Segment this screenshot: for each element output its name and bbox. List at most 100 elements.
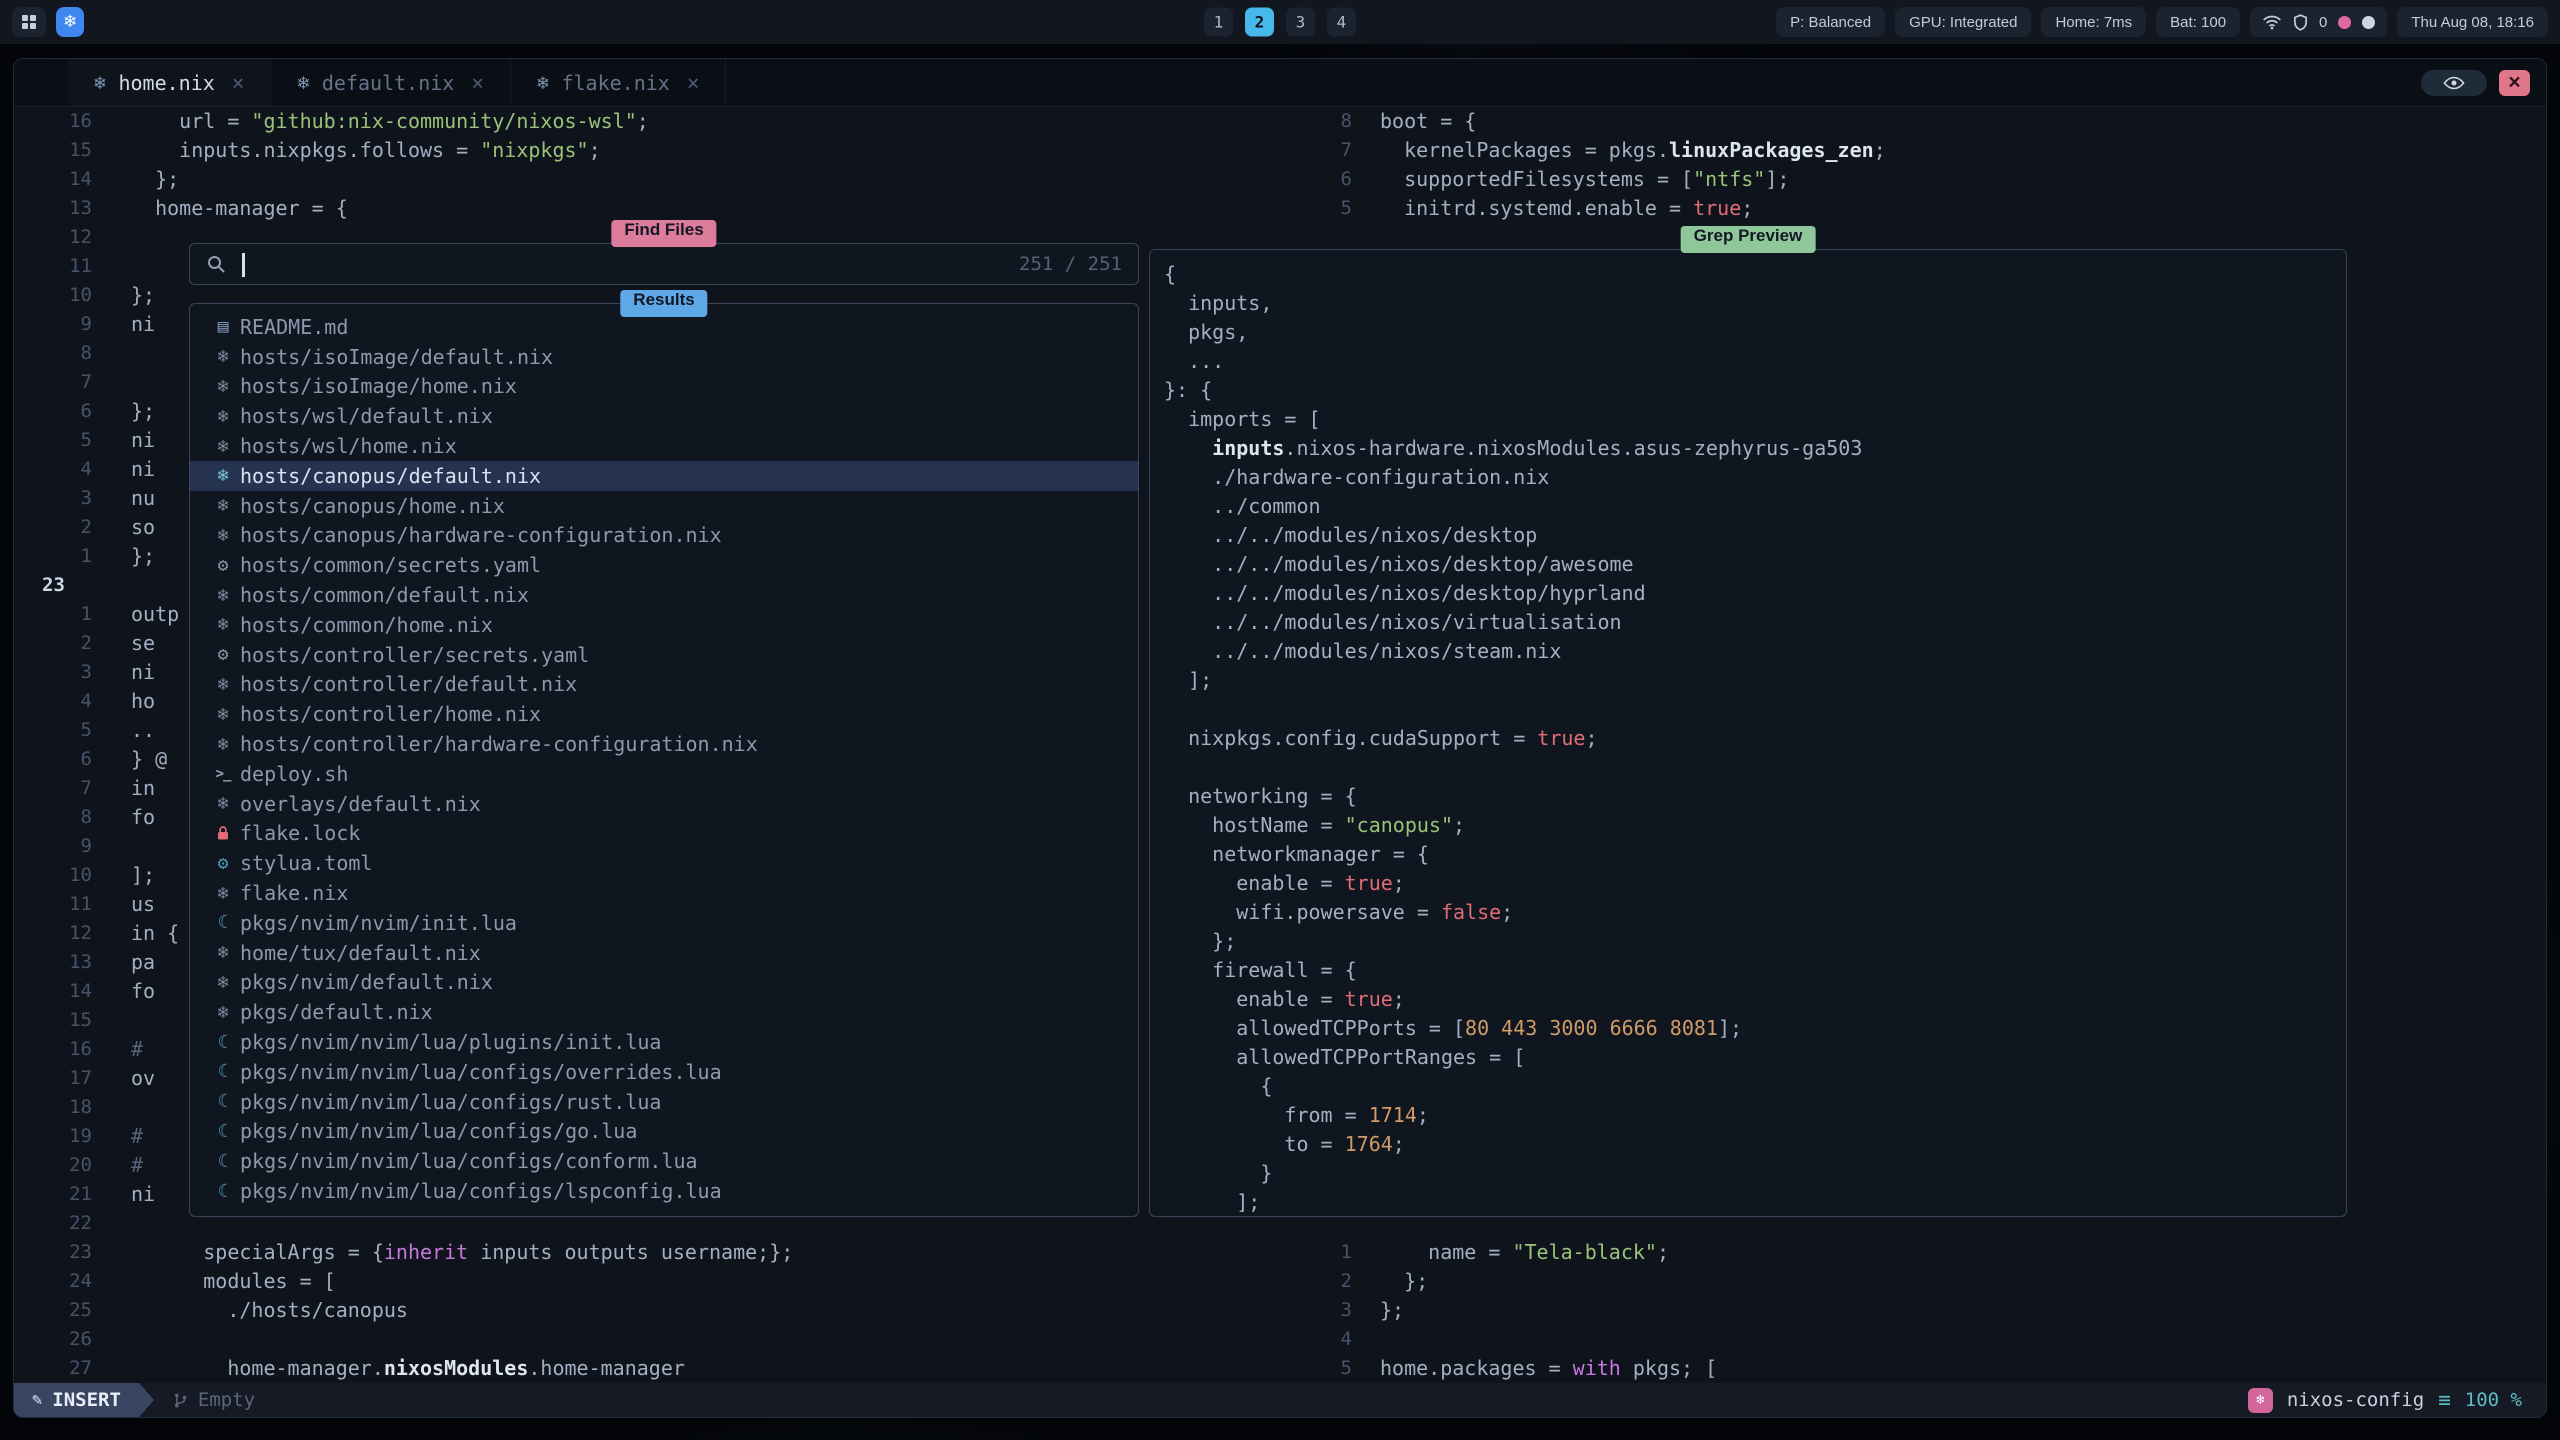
- result-item[interactable]: ❄hosts/isoImage/home.nix: [190, 372, 1138, 402]
- code-segment: pa: [131, 950, 155, 974]
- result-item[interactable]: ❄hosts/canopus/home.nix: [190, 491, 1138, 521]
- lua-file-icon: ☾: [206, 1091, 240, 1112]
- result-item[interactable]: ❄pkgs/default.nix: [190, 997, 1138, 1027]
- code-row: 16 url = "github:nix-community/nixos-wsl…: [14, 107, 1284, 136]
- result-item[interactable]: ⚙stylua.toml: [190, 848, 1138, 878]
- preview-line: imports = [: [1150, 405, 2346, 434]
- result-item[interactable]: ❄hosts/canopus/default.nix: [190, 461, 1138, 491]
- result-item[interactable]: ❄hosts/controller/default.nix: [190, 670, 1138, 700]
- result-item[interactable]: ❄hosts/isoImage/default.nix: [190, 342, 1138, 372]
- nix-file-icon: ❄: [206, 942, 240, 963]
- code-line: supportedFilesystems = ["ntfs"];: [1352, 165, 1789, 194]
- code-segment: "nixpkgs": [480, 138, 588, 162]
- line-number: 19: [14, 1122, 92, 1151]
- telescope-preview: Grep Preview { inputs, pkgs, ...}: { imp…: [1149, 249, 2347, 1217]
- result-path: overlays/default.nix: [240, 792, 481, 816]
- code-segment: outp: [131, 602, 179, 626]
- result-item[interactable]: ☾pkgs/nvim/nvim/init.lua: [190, 908, 1138, 938]
- nix-logo-badge-icon: ❄: [2248, 1388, 2273, 1413]
- code-segment: enable =: [1164, 871, 1345, 895]
- code-segment: 8081: [1670, 1016, 1718, 1040]
- line-number: 4: [1284, 1325, 1352, 1354]
- result-item[interactable]: ❄hosts/controller/home.nix: [190, 699, 1138, 729]
- preview-line: networkmanager = {: [1150, 840, 2346, 869]
- tab-close-icon[interactable]: ×: [687, 71, 700, 95]
- preview-line: [1150, 753, 2346, 782]
- result-item[interactable]: ❄overlays/default.nix: [190, 789, 1138, 819]
- code-segment: inputs,: [1164, 291, 1272, 315]
- line-number: 6: [14, 745, 92, 774]
- code-row: 5home.packages = with pkgs; [: [1284, 1354, 2546, 1383]
- result-path: flake.nix: [240, 881, 348, 905]
- code-segment: modules = [: [131, 1269, 336, 1293]
- result-item[interactable]: ❄hosts/wsl/home.nix: [190, 431, 1138, 461]
- result-item[interactable]: ❄hosts/wsl/default.nix: [190, 401, 1138, 431]
- code-segment: from =: [1164, 1103, 1369, 1127]
- eye-toggle-button[interactable]: [2421, 70, 2487, 96]
- result-item[interactable]: ☾pkgs/nvim/nvim/lua/configs/go.lua: [190, 1117, 1138, 1147]
- app-logo[interactable]: ❄: [56, 7, 84, 37]
- result-path: hosts/controller/default.nix: [240, 672, 577, 696]
- result-path: pkgs/nvim/nvim/lua/plugins/init.lua: [240, 1030, 661, 1054]
- window-controls: ×: [2421, 70, 2530, 96]
- result-item[interactable]: ❄hosts/common/home.nix: [190, 610, 1138, 640]
- result-item[interactable]: ☾pkgs/nvim/nvim/lua/configs/conform.lua: [190, 1146, 1138, 1176]
- code-segment: };: [131, 399, 155, 423]
- result-item[interactable]: ❄home/tux/default.nix: [190, 938, 1138, 968]
- telescope-prompt[interactable]: Find Files 251 / 251: [189, 243, 1139, 285]
- result-item[interactable]: flake.lock: [190, 819, 1138, 849]
- result-item[interactable]: ⚙hosts/controller/secrets.yaml: [190, 640, 1138, 670]
- code-line: outp: [92, 600, 179, 629]
- result-item[interactable]: ❄flake.nix: [190, 878, 1138, 908]
- code-segment: ni: [131, 1182, 155, 1206]
- status-chip: GPU: Integrated: [1895, 7, 2031, 37]
- close-button[interactable]: ×: [2499, 70, 2530, 96]
- workspace-4[interactable]: 4: [1327, 8, 1356, 37]
- tab-label: home.nix: [118, 71, 214, 95]
- preview-line: [1150, 695, 2346, 724]
- code-segment: ;: [1501, 900, 1513, 924]
- code-row: 15 inputs.nixpkgs.follows = "nixpkgs";: [14, 136, 1284, 165]
- result-item[interactable]: ☾pkgs/nvim/nvim/lua/configs/lspconfig.lu…: [190, 1176, 1138, 1206]
- app-launcher-button[interactable]: [12, 7, 46, 37]
- result-item[interactable]: ⚙hosts/common/secrets.yaml: [190, 550, 1138, 580]
- result-item[interactable]: ❄hosts/controller/hardware-configuration…: [190, 729, 1138, 759]
- telescope-results: Results ▤README.md❄hosts/isoImage/defaul…: [189, 303, 1139, 1217]
- preview-line: ../../modules/nixos/desktop/hyprland: [1150, 579, 2346, 608]
- system-tray[interactable]: 0: [2250, 7, 2387, 37]
- result-path: pkgs/nvim/nvim/init.lua: [240, 911, 517, 935]
- result-path: flake.lock: [240, 821, 360, 845]
- lua-file-icon: ☾: [206, 912, 240, 933]
- tab-flake.nix[interactable]: ❄flake.nix×: [511, 59, 726, 106]
- result-item[interactable]: ☾pkgs/nvim/nvim/lua/configs/rust.lua: [190, 1087, 1138, 1117]
- result-item[interactable]: ❄pkgs/nvim/default.nix: [190, 968, 1138, 998]
- status-chip-label: Bat: 100: [2170, 14, 2226, 31]
- code-line: ni: [92, 1180, 155, 1209]
- result-item[interactable]: ☾pkgs/nvim/nvim/lua/configs/overrides.lu…: [190, 1057, 1138, 1087]
- code-segment: linuxPackages_zen: [1669, 138, 1874, 162]
- git-segment: Empty: [172, 1389, 255, 1411]
- tab-close-icon[interactable]: ×: [471, 71, 484, 95]
- code-row: 7 kernelPackages = pkgs.linuxPackages_ze…: [1284, 136, 2546, 165]
- result-item[interactable]: ❄hosts/common/default.nix: [190, 580, 1138, 610]
- result-item[interactable]: >_deploy.sh: [190, 759, 1138, 789]
- code-line: us: [92, 890, 155, 919]
- code-line: };: [1352, 1296, 1404, 1325]
- code-segment: supportedFilesystems = [: [1380, 167, 1693, 191]
- nix-file-icon: ❄: [206, 704, 240, 725]
- line-number: 16: [14, 1035, 92, 1064]
- result-item[interactable]: ☾pkgs/nvim/nvim/lua/plugins/init.lua: [190, 1027, 1138, 1057]
- result-item[interactable]: ❄hosts/canopus/hardware-configuration.ni…: [190, 521, 1138, 551]
- tab-home.nix[interactable]: ❄home.nix×: [68, 59, 271, 106]
- result-path: hosts/wsl/default.nix: [240, 404, 493, 428]
- tab-default.nix[interactable]: ❄default.nix×: [271, 59, 511, 106]
- workspace-3[interactable]: 3: [1286, 8, 1315, 37]
- workspace-1[interactable]: 1: [1204, 8, 1233, 37]
- line-number: 14: [14, 165, 92, 194]
- code-segment: firewall = {: [1164, 958, 1357, 982]
- result-path: hosts/controller/hardware-configuration.…: [240, 732, 758, 756]
- tab-close-icon[interactable]: ×: [232, 71, 245, 95]
- workspace-2[interactable]: 2: [1245, 8, 1274, 37]
- code-line: ni: [92, 426, 155, 455]
- code-line: [92, 368, 131, 397]
